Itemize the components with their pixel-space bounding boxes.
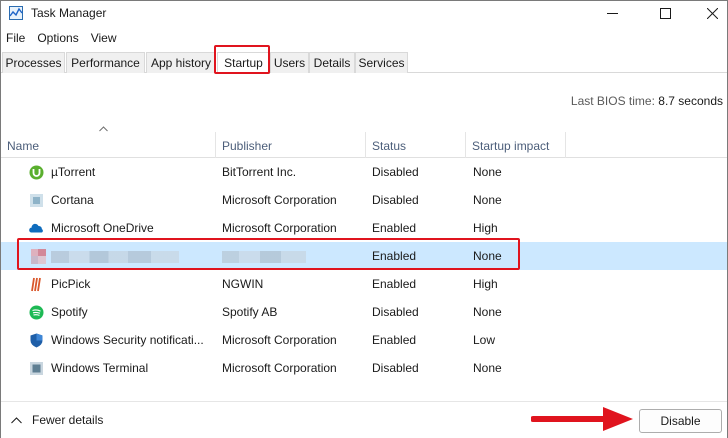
terminal-icon <box>30 362 43 375</box>
row-name: Spotify <box>51 305 88 319</box>
maximize-button[interactable] <box>642 1 688 26</box>
table-row[interactable]: PicPick NGWIN Enabled High <box>1 270 727 298</box>
minimize-icon <box>606 13 618 14</box>
tab-performance[interactable]: Performance <box>66 52 145 73</box>
tab-bar: Processes Performance App history Startu… <box>1 52 727 74</box>
table-row[interactable]: Windows Security notificati... Microsoft… <box>1 326 727 354</box>
table-row[interactable]: Spotify Spotify AB Disabled None <box>1 298 727 326</box>
row-status: Disabled <box>372 165 419 179</box>
last-bios-time: Last BIOS time: 8.7 seconds <box>571 94 723 108</box>
tab-users[interactable]: Users <box>270 52 309 73</box>
row-status: Disabled <box>372 193 419 207</box>
row-impact: None <box>473 165 502 179</box>
disable-button[interactable]: Disable <box>639 409 722 433</box>
row-name: PicPick <box>51 277 91 291</box>
row-status: Disabled <box>372 361 419 375</box>
row-status: Disabled <box>372 305 419 319</box>
row-impact: High <box>473 277 498 291</box>
row-status: Enabled <box>372 277 417 291</box>
row-name: Windows Security notificati... <box>51 333 204 347</box>
row-name: Microsoft OneDrive <box>51 221 154 235</box>
table-row-selected[interactable]: Enabled None <box>1 242 727 270</box>
chevron-up-icon <box>11 416 22 423</box>
fewer-details-label: Fewer details <box>32 413 104 427</box>
redacted-name-block <box>51 250 179 263</box>
bios-label: Last BIOS time: <box>570 94 655 108</box>
fewer-details-toggle[interactable]: Fewer details <box>11 413 103 427</box>
menu-view[interactable]: View <box>85 29 123 47</box>
row-name-redacted <box>51 242 211 270</box>
table-row[interactable]: Cortana Microsoft Corporation Disabled N… <box>1 186 727 214</box>
tab-app-history[interactable]: App history <box>146 52 216 73</box>
row-publisher: Microsoft Corporation <box>222 333 337 347</box>
windows-security-icon <box>30 333 43 348</box>
picpick-icon <box>31 277 41 292</box>
onedrive-icon <box>29 223 43 233</box>
table-row[interactable]: Microsoft OneDrive Microsoft Corporation… <box>1 214 727 242</box>
row-status: Enabled <box>372 333 417 347</box>
row-publisher: Microsoft Corporation <box>222 193 337 207</box>
task-manager-icon <box>9 6 23 20</box>
window-title: Task Manager <box>31 6 107 20</box>
row-name: Windows Terminal <box>51 361 149 375</box>
menu-options[interactable]: Options <box>31 29 84 47</box>
table-row[interactable]: Windows Terminal Microsoft Corporation D… <box>1 354 727 382</box>
row-publisher-redacted <box>222 242 367 270</box>
tab-services[interactable]: Services <box>355 52 408 73</box>
row-impact: None <box>473 193 502 207</box>
row-publisher: Microsoft Corporation <box>222 221 337 235</box>
menu-file[interactable]: File <box>1 29 31 47</box>
row-impact: Low <box>473 333 496 347</box>
row-impact: High <box>473 221 498 235</box>
row-publisher: NGWIN <box>222 277 264 291</box>
column-startup-impact[interactable]: Startup impact <box>466 132 566 158</box>
title-bar[interactable]: Task Manager <box>1 1 727 26</box>
blurred-app-icon <box>31 249 46 264</box>
task-manager-window: Task Manager File Options View Processes… <box>0 0 728 438</box>
row-name: Cortana <box>51 193 94 207</box>
row-status: Enabled <box>372 249 417 263</box>
row-impact: None <box>473 305 502 319</box>
row-publisher: Microsoft Corporation <box>222 361 337 375</box>
row-publisher: Spotify AB <box>222 305 278 319</box>
table-row[interactable]: µTorrent BitTorrent Inc. Disabled None <box>1 158 727 186</box>
close-icon <box>706 8 718 19</box>
tab-startup[interactable]: Startup <box>217 52 270 74</box>
row-status: Enabled <box>372 221 417 235</box>
column-publisher[interactable]: Publisher <box>216 132 366 158</box>
menu-bar: File Options View <box>1 29 123 47</box>
row-name: µTorrent <box>51 165 96 179</box>
tab-processes[interactable]: Processes <box>2 52 65 73</box>
red-arrow-annotation-icon <box>531 407 633 431</box>
minimize-button[interactable] <box>589 1 635 26</box>
utorrent-icon <box>29 165 44 180</box>
maximize-icon <box>659 8 671 19</box>
row-impact: None <box>473 249 502 263</box>
cortana-icon <box>30 194 43 207</box>
tab-details[interactable]: Details <box>309 52 355 73</box>
close-button[interactable] <box>689 1 728 26</box>
spotify-icon <box>29 305 44 320</box>
row-impact: None <box>473 361 502 375</box>
table-header: Name Publisher Status Startup impact <box>1 132 727 158</box>
row-publisher: BitTorrent Inc. <box>222 165 297 179</box>
bios-value: 8.7 seconds <box>658 94 723 108</box>
column-name[interactable]: Name <box>1 132 216 158</box>
column-status[interactable]: Status <box>366 132 466 158</box>
redacted-publisher-block <box>222 250 306 263</box>
